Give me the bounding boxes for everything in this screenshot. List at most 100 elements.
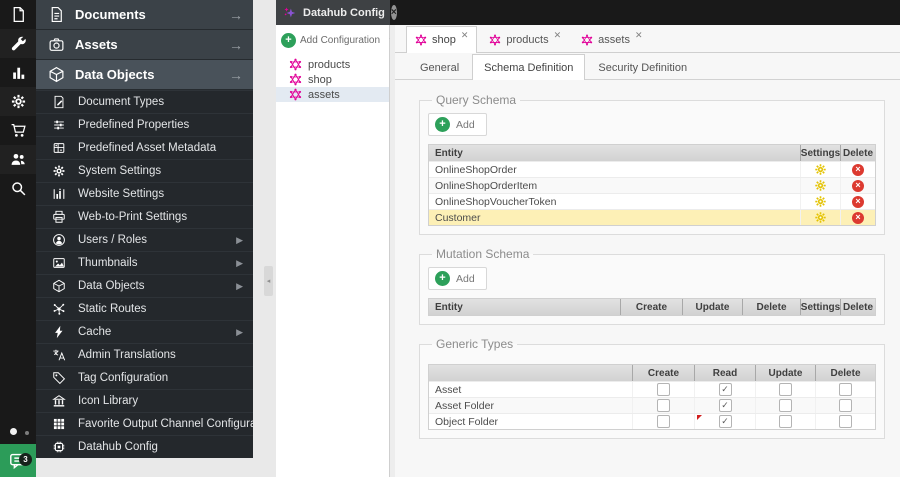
submenu-item-label: Datahub Config [78, 441, 158, 453]
read-checkbox[interactable]: ✓ [718, 415, 732, 428]
delete-checkbox[interactable] [839, 399, 852, 412]
submenu-item-tag-configuration[interactable]: Tag Configuration [36, 366, 253, 389]
submenu-item-web-to-print-settings[interactable]: Web-to-Print Settings [36, 205, 253, 228]
tree-item-label: assets [308, 88, 340, 101]
delete-row-icon[interactable]: × [852, 195, 864, 208]
column-header-update[interactable]: Update [682, 299, 742, 315]
table-row[interactable]: OnlineShopVoucherToken × [429, 193, 875, 209]
column-header-delete[interactable]: Delete [742, 299, 800, 315]
ecommerce-nav-button[interactable] [0, 116, 36, 145]
column-header-delete[interactable]: Delete [815, 365, 875, 381]
close-tab-icon[interactable]: ✕ [461, 30, 469, 41]
submenu-item-admin-translations[interactable]: Admin Translations [36, 343, 253, 366]
column-header-delete[interactable]: Delete [840, 299, 875, 315]
submenu-item-predefined-asset-metadata[interactable]: Predefined Asset Metadata [36, 136, 253, 159]
delete-row-icon[interactable]: × [852, 211, 864, 224]
submenu-item-favorite-output-channel-configurations[interactable]: Favorite Output Channel Configurations [36, 412, 281, 435]
tree-item-products[interactable]: products [276, 57, 389, 72]
settings-gear-icon[interactable] [814, 195, 827, 208]
column-header-delete[interactable]: Delete [840, 145, 875, 161]
menu-item-documents[interactable]: Documents → [36, 0, 253, 30]
column-header-entity[interactable]: Entity [429, 145, 800, 161]
close-tab-icon[interactable]: ✕ [554, 30, 562, 41]
submenu-item-predefined-properties[interactable]: Predefined Properties [36, 113, 253, 136]
column-header-create[interactable]: Create [632, 365, 694, 381]
users-nav-button[interactable] [0, 145, 36, 174]
tab-label: assets [598, 34, 630, 46]
settings-gear-icon[interactable] [814, 211, 827, 224]
table-row[interactable]: OnlineShopOrderItem × [429, 177, 875, 193]
submenu-item-thumbnails[interactable]: Thumbnails ▶ [36, 251, 253, 274]
menu-item-data-objects[interactable]: Data Objects → [36, 60, 253, 90]
grid-header: Entity Create Update Delete Settings Del… [429, 299, 875, 315]
submenu-item-cache[interactable]: Cache ▶ [36, 320, 253, 343]
read-checkbox[interactable]: ✓ [718, 399, 732, 412]
submenu-item-label: Document Types [78, 96, 165, 108]
tab-security-definition[interactable]: Security Definition [587, 56, 698, 79]
update-checkbox[interactable] [779, 399, 792, 412]
delete-row-icon[interactable]: × [852, 163, 864, 176]
table-row-object-folder[interactable]: Object Folder ✓ [429, 413, 875, 429]
settings-gear-icon[interactable] [814, 179, 827, 192]
submenu-item-document-types[interactable]: Document Types [36, 90, 253, 113]
entity-cell: OnlineShopVoucherToken [435, 195, 557, 208]
delete-checkbox[interactable] [839, 383, 852, 396]
update-checkbox[interactable] [779, 415, 792, 428]
create-checkbox[interactable] [657, 415, 670, 428]
tab-shop[interactable]: shop ✕ [406, 26, 478, 53]
collapse-panel-handle[interactable]: ◂ [264, 266, 273, 296]
column-header-create[interactable]: Create [620, 299, 682, 315]
documents-nav-button[interactable] [0, 0, 36, 29]
close-tab-icon[interactable]: ✕ [635, 30, 643, 41]
table-row-asset-folder[interactable]: Asset Folder ✓ [429, 397, 875, 413]
submenu-item-data-objects[interactable]: Data Objects ▶ [36, 274, 253, 297]
datahub-config-panel-tab[interactable]: Datahub Config × [276, 0, 397, 25]
column-header-read[interactable]: Read [694, 365, 755, 381]
query-schema-add-button[interactable]: + Add [428, 113, 487, 136]
tab-assets[interactable]: assets ✕ [573, 28, 650, 52]
settings-gear-icon[interactable] [814, 163, 827, 176]
tab-label: shop [432, 34, 456, 46]
submenu-item-label: Cache [78, 326, 112, 338]
menu-item-assets[interactable]: Assets → [36, 30, 253, 60]
delete-checkbox[interactable] [839, 415, 852, 428]
table-row-selected[interactable]: Customer × [429, 209, 875, 225]
search-nav-button[interactable] [0, 174, 36, 203]
create-checkbox[interactable] [657, 399, 670, 412]
right-arrow-icon: → [229, 36, 243, 53]
reports-nav-button[interactable] [0, 58, 36, 87]
update-checkbox[interactable] [779, 383, 792, 396]
submenu-expand-icon: ▶ [236, 326, 243, 337]
submenu-item-static-routes[interactable]: Static Routes [36, 297, 253, 320]
delete-row-icon[interactable]: × [852, 179, 864, 192]
tree-item-shop[interactable]: shop [276, 72, 389, 87]
submenu-item-website-settings[interactable]: Website Settings [36, 182, 253, 205]
tools-nav-button[interactable] [0, 29, 36, 58]
column-header-settings[interactable]: Settings [800, 145, 840, 161]
table-row-asset[interactable]: Asset ✓ [429, 381, 875, 397]
add-button-label: Add [456, 272, 475, 285]
chat-button[interactable]: 3 [0, 444, 36, 477]
tab-schema-definition[interactable]: Schema Definition [472, 54, 586, 80]
settings-nav-button[interactable] [0, 87, 36, 116]
submenu-item-users-roles[interactable]: Users / Roles ▶ [36, 228, 253, 251]
add-configuration-button[interactable]: + Add Configuration ▼ [281, 33, 396, 48]
column-header-update[interactable]: Update [755, 365, 815, 381]
close-panel-icon[interactable]: × [390, 5, 397, 20]
read-checkbox[interactable]: ✓ [718, 383, 732, 396]
create-checkbox[interactable] [657, 383, 670, 396]
tab-products[interactable]: products ✕ [481, 28, 569, 52]
mutation-schema-add-button[interactable]: + Add [428, 267, 487, 290]
tree-item-assets[interactable]: assets [276, 87, 389, 102]
column-header-entity[interactable]: Entity [429, 299, 620, 315]
column-header-settings[interactable]: Settings [800, 299, 840, 315]
submenu-item-system-settings[interactable]: System Settings [36, 159, 253, 182]
type-label-cell: Object Folder [435, 415, 499, 428]
configuration-tab-bar: shop ✕ products ✕ assets ✕ [395, 25, 900, 53]
shopping-cart-icon [10, 122, 27, 139]
submenu-item-icon-library[interactable]: Icon Library [36, 389, 253, 412]
submenu-item-datahub-config[interactable]: Datahub Config [36, 435, 253, 458]
tab-general[interactable]: General [409, 56, 470, 79]
table-row[interactable]: OnlineShopOrder × [429, 161, 875, 177]
network-nodes-icon [52, 302, 66, 316]
